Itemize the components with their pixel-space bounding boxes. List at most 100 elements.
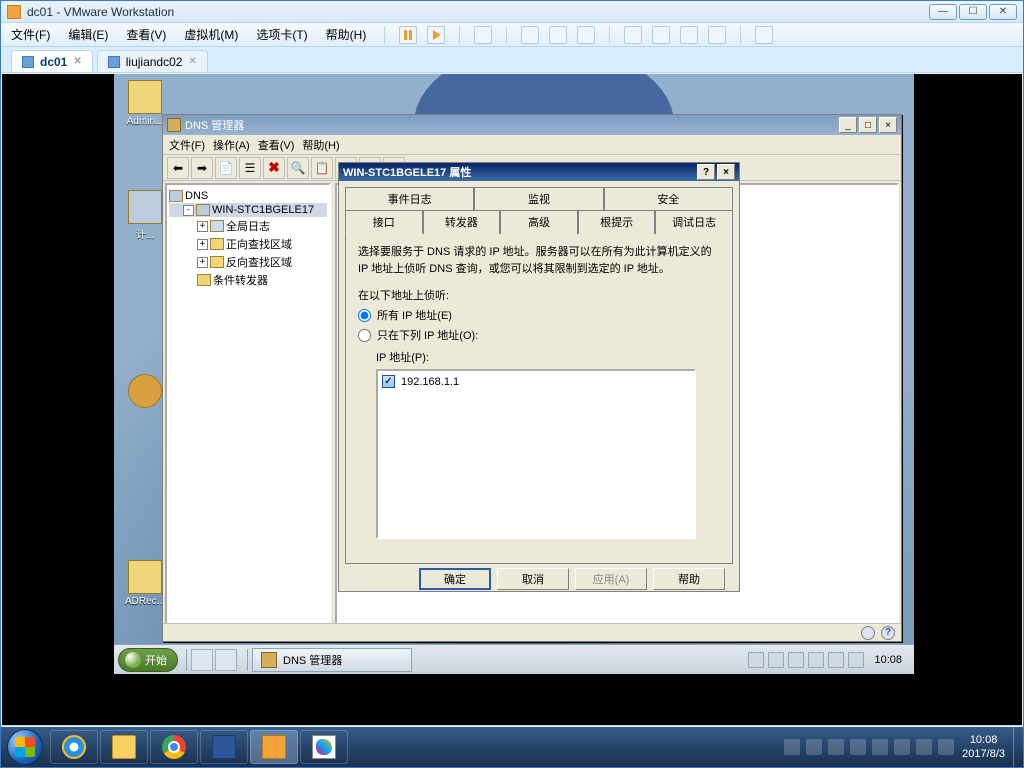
tray-icon[interactable] <box>768 652 784 668</box>
close-icon[interactable]: ✕ <box>188 56 196 67</box>
host-clock[interactable]: 10:08 2017/8/3 <box>958 733 1013 762</box>
view3-icon[interactable] <box>680 26 698 44</box>
refresh-button[interactable]: 🔍 <box>287 157 309 179</box>
expand-icon[interactable]: + <box>197 221 208 232</box>
start-button[interactable]: 开始 <box>118 648 178 672</box>
radio-all-ip[interactable]: 所有 IP 地址(E) <box>358 307 720 323</box>
tray-icon[interactable] <box>748 652 764 668</box>
radio-input[interactable] <box>358 309 371 322</box>
taskbar-task-dns[interactable]: DNS 管理器 <box>252 648 412 672</box>
start-button[interactable] <box>7 729 43 765</box>
tray-icon[interactable] <box>828 739 844 755</box>
tray-icon[interactable] <box>872 739 888 755</box>
dns-tree[interactable]: DNS -WIN-STC1BGELE17 +全局日志 +正向查找区域 +反向查找… <box>165 183 331 639</box>
tab-liujiandc02[interactable]: liujiandc02 ✕ <box>97 50 208 72</box>
tab-advanced[interactable]: 高级 <box>500 210 578 234</box>
tab-debuglog[interactable]: 调试日志 <box>655 210 733 234</box>
tray-icon[interactable] <box>808 652 824 668</box>
vm-viewport[interactable]: Admin... 计... ADRec... DNS 管理器 _ □ × 文件(… <box>2 74 1022 725</box>
tree-node-dns[interactable]: DNS <box>169 189 327 203</box>
radio-only-ip[interactable]: 只在下列 IP 地址(O): <box>358 327 720 343</box>
clock3-icon[interactable] <box>577 26 595 44</box>
tree-node[interactable]: 条件转发器 <box>169 271 327 289</box>
ip-address-list[interactable]: ✓ 192.168.1.1 <box>376 369 696 539</box>
close-button[interactable]: ✕ <box>989 4 1017 20</box>
help-button[interactable]: 📋 <box>311 157 333 179</box>
taskbar-word[interactable] <box>200 730 248 764</box>
menu-view[interactable]: 查看(V) <box>122 24 170 45</box>
menu-file[interactable]: 文件(F) <box>169 137 205 153</box>
tab-interfaces[interactable]: 接口 <box>345 210 423 234</box>
menu-help[interactable]: 帮助(H) <box>302 137 339 153</box>
props-button[interactable]: ☰ <box>239 157 261 179</box>
up-button[interactable]: 📄 <box>215 157 237 179</box>
taskbar-explorer[interactable] <box>100 730 148 764</box>
properties-titlebar[interactable]: WIN-STC1BGELE17 属性 ? × <box>339 163 739 181</box>
forward-button[interactable]: ➡ <box>191 157 213 179</box>
taskbar-ie[interactable] <box>50 730 98 764</box>
help-icon[interactable]: ? <box>881 626 895 640</box>
fullscreen-icon[interactable] <box>755 26 773 44</box>
maximize-button[interactable]: ☐ <box>959 4 987 20</box>
expand-icon[interactable]: + <box>197 257 208 268</box>
delete-button[interactable]: ✖ <box>263 157 285 179</box>
flag-icon[interactable] <box>806 739 822 755</box>
tray-icon[interactable] <box>850 739 866 755</box>
cancel-button[interactable]: 取消 <box>497 568 569 590</box>
apply-button[interactable]: 应用(A) <box>575 568 647 590</box>
dns-titlebar[interactable]: DNS 管理器 _ □ × <box>163 115 901 135</box>
tab-forwarders[interactable]: 转发器 <box>423 210 501 234</box>
ql-icon[interactable] <box>191 649 213 671</box>
close-icon[interactable]: ✕ <box>73 56 81 67</box>
close-button[interactable]: × <box>879 117 897 133</box>
ok-button[interactable]: 确定 <box>419 568 491 590</box>
taskbar-chrome[interactable] <box>150 730 198 764</box>
tree-node[interactable]: +反向查找区域 <box>169 253 327 271</box>
show-desktop-button[interactable] <box>1013 727 1023 767</box>
menu-vm[interactable]: 虚拟机(M) <box>180 24 242 45</box>
help-button[interactable]: 帮助 <box>653 568 725 590</box>
menu-help[interactable]: 帮助(H) <box>322 24 371 45</box>
snapshot-icon[interactable] <box>474 26 492 44</box>
tray-icon[interactable] <box>788 652 804 668</box>
menu-view[interactable]: 查看(V) <box>258 137 295 153</box>
expand-icon[interactable]: + <box>197 239 208 250</box>
tab-roothints[interactable]: 根提示 <box>578 210 656 234</box>
tray-icon[interactable] <box>894 739 910 755</box>
clock2-icon[interactable] <box>549 26 567 44</box>
pause-button[interactable] <box>399 26 417 44</box>
minimize-button[interactable]: _ <box>839 117 857 133</box>
tab-security[interactable]: 安全 <box>604 187 733 211</box>
tab-eventlog[interactable]: 事件日志 <box>345 187 474 211</box>
clock1-icon[interactable] <box>521 26 539 44</box>
tray-icon[interactable] <box>848 652 864 668</box>
tab-dc01[interactable]: dc01 ✕ <box>11 50 93 72</box>
tree-node[interactable]: +正向查找区域 <box>169 235 327 253</box>
menu-tabs[interactable]: 选项卡(T) <box>252 24 311 45</box>
view2-icon[interactable] <box>652 26 670 44</box>
close-button[interactable]: × <box>717 164 735 180</box>
minimize-button[interactable]: — <box>929 4 957 20</box>
view4-icon[interactable] <box>708 26 726 44</box>
tree-node-server[interactable]: -WIN-STC1BGELE17 <box>169 203 327 217</box>
volume-icon[interactable] <box>938 739 954 755</box>
tray-icon[interactable] <box>828 652 844 668</box>
play-button[interactable] <box>427 26 445 44</box>
guest-clock[interactable]: 10:08 <box>868 654 908 666</box>
help-button[interactable]: ? <box>697 164 715 180</box>
menu-action[interactable]: 操作(A) <box>213 137 250 153</box>
menu-edit[interactable]: 编辑(E) <box>64 24 112 45</box>
back-button[interactable]: ⬅ <box>167 157 189 179</box>
radio-input[interactable] <box>358 329 371 342</box>
network-icon[interactable] <box>916 739 932 755</box>
maximize-button[interactable]: □ <box>859 117 877 133</box>
ql-icon[interactable] <box>215 649 237 671</box>
ip-list-item[interactable]: ✓ 192.168.1.1 <box>382 375 690 388</box>
tree-node[interactable]: +全局日志 <box>169 217 327 235</box>
checkbox-icon[interactable]: ✓ <box>382 375 395 388</box>
menu-file[interactable]: 文件(F) <box>7 24 54 45</box>
tab-monitor[interactable]: 监视 <box>474 187 603 211</box>
tray-up-icon[interactable] <box>784 739 800 755</box>
taskbar-vmware[interactable] <box>250 730 298 764</box>
view1-icon[interactable] <box>624 26 642 44</box>
